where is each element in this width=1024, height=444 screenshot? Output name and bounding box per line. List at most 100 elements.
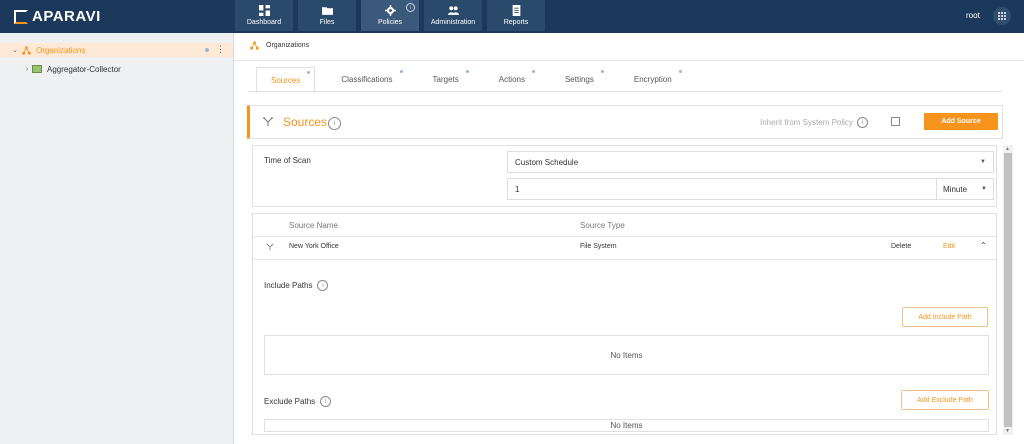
- status-dot: [399, 70, 403, 73]
- status-dot: [205, 48, 209, 52]
- info-icon[interactable]: i: [406, 3, 415, 12]
- organization-icon: [250, 41, 259, 50]
- divider: [248, 91, 1002, 92]
- tab-label: Settings: [564, 74, 594, 84]
- divider: [234, 60, 1024, 61]
- add-exclude-path-button[interactable]: Add Exclude Path: [901, 390, 989, 410]
- scroll-up-icon[interactable]: ▲: [1005, 146, 1010, 152]
- sidebar: ⌄ Organizations ⋮ › Aggregator-Collector: [0, 33, 234, 444]
- tree-item-label: Organizations: [36, 45, 86, 55]
- nav-files[interactable]: Files: [298, 0, 356, 31]
- delete-link[interactable]: Delete: [891, 243, 911, 250]
- breadcrumb: Organizations: [250, 41, 309, 50]
- select-value: Custom Schedule: [515, 157, 579, 167]
- dashboard-icon: [258, 5, 270, 16]
- tab-encryption[interactable]: Encryption: [620, 67, 686, 91]
- nav-dashboard[interactable]: Dashboard: [235, 0, 293, 31]
- nav-label: Reports: [503, 19, 529, 26]
- tab-label: Sources: [271, 75, 301, 85]
- tab-label: Targets: [432, 74, 459, 84]
- add-source-button[interactable]: Add Source: [924, 113, 998, 130]
- nav-label: Dashboard: [246, 19, 282, 26]
- column-header: Source Type: [580, 221, 625, 230]
- section-title: Sources: [283, 115, 328, 129]
- source-name: New York Office: [289, 243, 339, 250]
- tab-actions[interactable]: Actions: [485, 67, 539, 91]
- divider: [253, 259, 996, 260]
- schedule-panel: Time of Scan Custom Schedule ▼ 1 Minute …: [252, 145, 997, 207]
- app-logo[interactable]: APARAVI: [14, 8, 101, 25]
- report-icon: [512, 5, 520, 16]
- caret-down-icon: ▼: [981, 186, 987, 192]
- nav-label: Administration: [430, 19, 476, 26]
- status-dot: [465, 70, 469, 73]
- info-icon[interactable]: i: [328, 117, 341, 130]
- tab-sources[interactable]: Sources: [256, 67, 316, 94]
- empty-message: No Items: [610, 350, 643, 360]
- policy-tabs: Sources Classifications Targets Actions …: [256, 67, 698, 94]
- logo-icon: [14, 9, 28, 24]
- tab-label: Actions: [498, 74, 525, 84]
- tab-classifications[interactable]: Classifications: [327, 67, 406, 91]
- sources-header: Sources i Inherit from System Policy i A…: [247, 105, 1003, 139]
- nav-label: Files: [319, 19, 335, 26]
- main-nav: Dashboard Files Policies i Administratio…: [235, 0, 550, 33]
- chevron-up-icon[interactable]: ⌃: [980, 241, 987, 250]
- chevron-down-icon[interactable]: ⌄: [10, 46, 20, 54]
- field-label: Time of Scan: [264, 156, 311, 165]
- organization-icon: [22, 45, 31, 55]
- tree-item-organizations[interactable]: ⌄ Organizations ⋮: [0, 43, 233, 57]
- nav-policies[interactable]: Policies i: [361, 0, 419, 31]
- status-dot: [307, 71, 311, 74]
- interval-input[interactable]: 1: [507, 178, 937, 200]
- collector-icon: [32, 65, 42, 73]
- select-value: Minute: [943, 184, 968, 194]
- nav-reports[interactable]: Reports: [487, 0, 545, 31]
- include-paths-list: No Items: [264, 335, 989, 375]
- info-icon[interactable]: i: [317, 280, 329, 291]
- tree-item-aggregator-collector[interactable]: › Aggregator-Collector: [0, 62, 233, 76]
- tab-label: Classifications: [341, 74, 393, 84]
- main-content: Organizations Sources Classifications Ta…: [234, 33, 1024, 444]
- exclude-paths-section: Exclude Paths i: [264, 396, 332, 407]
- logo-text: APARAVI: [32, 8, 101, 25]
- chevron-right-icon[interactable]: ›: [22, 66, 32, 73]
- nav-administration[interactable]: Administration: [424, 0, 482, 31]
- breadcrumb-label[interactable]: Organizations: [266, 42, 309, 49]
- schedule-select[interactable]: Custom Schedule ▼: [507, 151, 994, 173]
- source-type: File System: [580, 243, 617, 250]
- tree-item-label: Aggregator-Collector: [47, 64, 121, 74]
- tab-targets[interactable]: Targets: [419, 67, 473, 91]
- inherit-checkbox[interactable]: [891, 117, 900, 126]
- grid-icon: [998, 12, 1006, 20]
- scroll-down-icon[interactable]: ▼: [1005, 428, 1010, 434]
- tab-label: Encryption: [633, 74, 672, 84]
- users-icon: [447, 6, 459, 15]
- top-bar: APARAVI Dashboard Files Policies i Admin…: [0, 0, 1024, 33]
- include-paths-section: Include Paths i: [264, 280, 329, 291]
- apps-button[interactable]: [993, 7, 1011, 25]
- user-name[interactable]: root: [966, 11, 980, 20]
- status-dot: [531, 70, 535, 73]
- scrollbar[interactable]: ▲ ▼: [1003, 145, 1013, 435]
- folder-icon: [321, 7, 333, 15]
- add-include-path-button[interactable]: Add Include Path: [902, 307, 988, 327]
- exclude-paths-list: No Items: [264, 419, 989, 432]
- empty-message: No Items: [610, 421, 643, 430]
- caret-down-icon: ▼: [980, 159, 986, 165]
- source-icon: [263, 117, 273, 126]
- info-icon[interactable]: i: [320, 396, 332, 407]
- sources-table: Source Name Source Type New York Office …: [252, 213, 997, 435]
- divider: [253, 236, 996, 237]
- edit-link[interactable]: Edit: [943, 243, 955, 250]
- inherit-option: Inherit from System Policy i: [760, 117, 868, 128]
- scroll-thumb[interactable]: [1004, 153, 1012, 427]
- status-dot: [678, 70, 682, 73]
- nav-label: Policies: [377, 19, 403, 26]
- status-dot: [600, 70, 604, 73]
- unit-select[interactable]: Minute ▼: [937, 178, 994, 200]
- more-options-icon[interactable]: ⋮: [216, 44, 225, 55]
- section-label: Include Paths: [264, 281, 313, 290]
- info-icon[interactable]: i: [856, 117, 868, 128]
- tab-settings[interactable]: Settings: [551, 67, 608, 91]
